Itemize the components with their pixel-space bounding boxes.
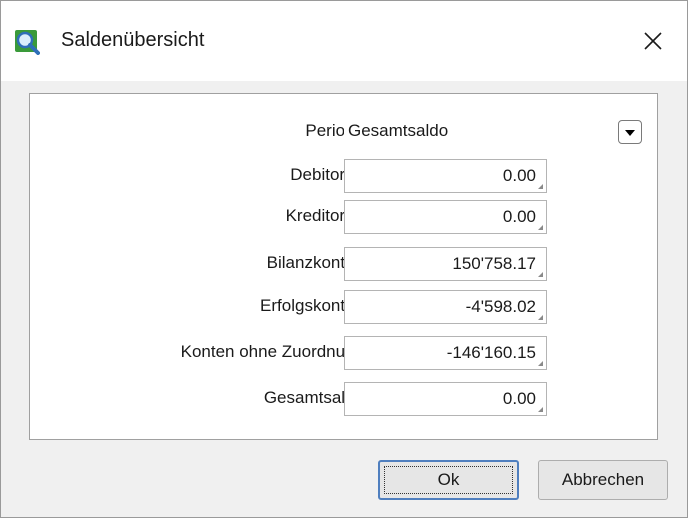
- gesamtsaldo-field[interactable]: 0.00: [344, 382, 547, 416]
- focus-rectangle: [384, 466, 513, 494]
- resize-grip-icon: [538, 407, 543, 412]
- magnifier-icon: [14, 29, 40, 55]
- resize-grip-icon: [538, 184, 543, 189]
- row-periode: Periode Gesamtsaldo: [30, 115, 659, 149]
- kreditoren-value: 0.00: [502, 207, 536, 226]
- resize-grip-icon: [538, 315, 543, 320]
- erfolgskonten-field[interactable]: -4'598.02: [344, 290, 547, 324]
- row-gesamtsaldo: Gesamtsaldo 0.00: [30, 382, 659, 416]
- gesamtsaldo-value: 0.00: [502, 389, 536, 408]
- periode-select[interactable]: Gesamtsaldo: [344, 115, 644, 149]
- erfolgskonten-value: -4'598.02: [465, 297, 536, 316]
- konten-ohne-zuordnung-value: -146'160.15: [446, 343, 536, 362]
- row-debitoren: Debitoren 0.00: [30, 159, 659, 193]
- resize-grip-icon: [538, 361, 543, 366]
- cancel-button[interactable]: Abbrechen: [538, 460, 668, 500]
- cancel-button-label: Abbrechen: [561, 470, 645, 489]
- row-erfolgskonten: Erfolgskonten -4'598.02: [30, 290, 659, 324]
- debitoren-field[interactable]: 0.00: [344, 159, 547, 193]
- saldo-panel: Periode Gesamtsaldo Debitoren 0.00 Kredi…: [29, 93, 658, 440]
- row-konten-ohne-zuordnung: Konten ohne Zuordnung -146'160.15: [30, 336, 659, 370]
- resize-grip-icon: [538, 225, 543, 230]
- dropdown-button[interactable]: [618, 120, 642, 144]
- bilanzkonten-field[interactable]: 150'758.17: [344, 247, 547, 281]
- row-bilanzkonten: Bilanzkonten 150'758.17: [30, 247, 659, 281]
- ok-button[interactable]: Ok: [378, 460, 519, 500]
- kreditoren-field[interactable]: 0.00: [344, 200, 547, 234]
- title-bar: Saldenübersicht: [1, 1, 687, 81]
- debitoren-value: 0.00: [502, 166, 536, 185]
- chevron-down-icon: [624, 122, 636, 142]
- konten-ohne-zuordnung-field[interactable]: -146'160.15: [344, 336, 547, 370]
- bilanzkonten-value: 150'758.17: [452, 254, 536, 273]
- close-icon: [644, 31, 662, 55]
- resize-grip-icon: [538, 272, 543, 277]
- window-title: Saldenübersicht: [61, 29, 205, 51]
- row-kreditoren: Kreditoren 0.00: [30, 200, 659, 234]
- konten-ohne-zuordnung-label: Konten ohne Zuordnung: [180, 342, 364, 361]
- close-button[interactable]: [623, 21, 683, 65]
- periode-value: Gesamtsaldo: [348, 121, 449, 140]
- dialog-window: Saldenübersicht Periode Gesamtsaldo Debi…: [0, 0, 688, 518]
